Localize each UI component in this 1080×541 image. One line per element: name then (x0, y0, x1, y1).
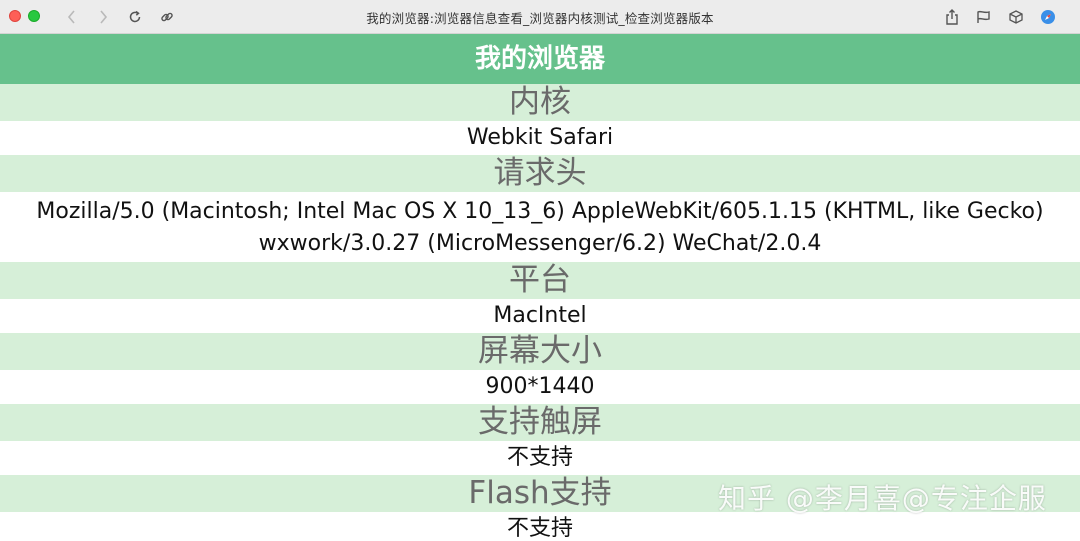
platform-section-label: 平台 (0, 262, 1080, 299)
page-content: 我的浏览器 内核 Webkit Safari 请求头 Mozilla/5.0 (… (0, 34, 1080, 541)
touch-support-value: 不支持 (0, 441, 1080, 475)
window-title: 我的浏览器:浏览器信息查看_浏览器内核测试_检查浏览器版本 (366, 11, 714, 26)
page-title: 我的浏览器 (0, 34, 1080, 84)
platform-value: MacIntel (0, 299, 1080, 333)
kernel-section-label: 内核 (0, 84, 1080, 121)
screen-size-section-label: 屏幕大小 (0, 333, 1080, 370)
touch-support-section-label: 支持触屏 (0, 404, 1080, 441)
user-agent-value: Mozilla/5.0 (Macintosh; Intel Mac OS X 1… (0, 192, 1080, 262)
box-icon[interactable] (1005, 6, 1027, 28)
browser-title-bar: 我的浏览器:浏览器信息查看_浏览器内核测试_检查浏览器版本 (0, 0, 1080, 34)
flag-icon[interactable] (973, 6, 995, 28)
watermark: 知乎 @李月喜@专注企服 (718, 482, 1047, 515)
kernel-value: Webkit Safari (0, 121, 1080, 155)
share-icon[interactable] (941, 6, 963, 28)
screen-size-value: 900*1440 (0, 370, 1080, 404)
user-agent-line-1: Mozilla/5.0 (Macintosh; Intel Mac OS X 1… (36, 199, 1044, 224)
safari-icon[interactable] (1037, 6, 1059, 28)
user-agent-section-label: 请求头 (0, 155, 1080, 192)
user-agent-line-2: wxwork/3.0.27 (MicroMessenger/6.2) WeCha… (258, 231, 822, 256)
